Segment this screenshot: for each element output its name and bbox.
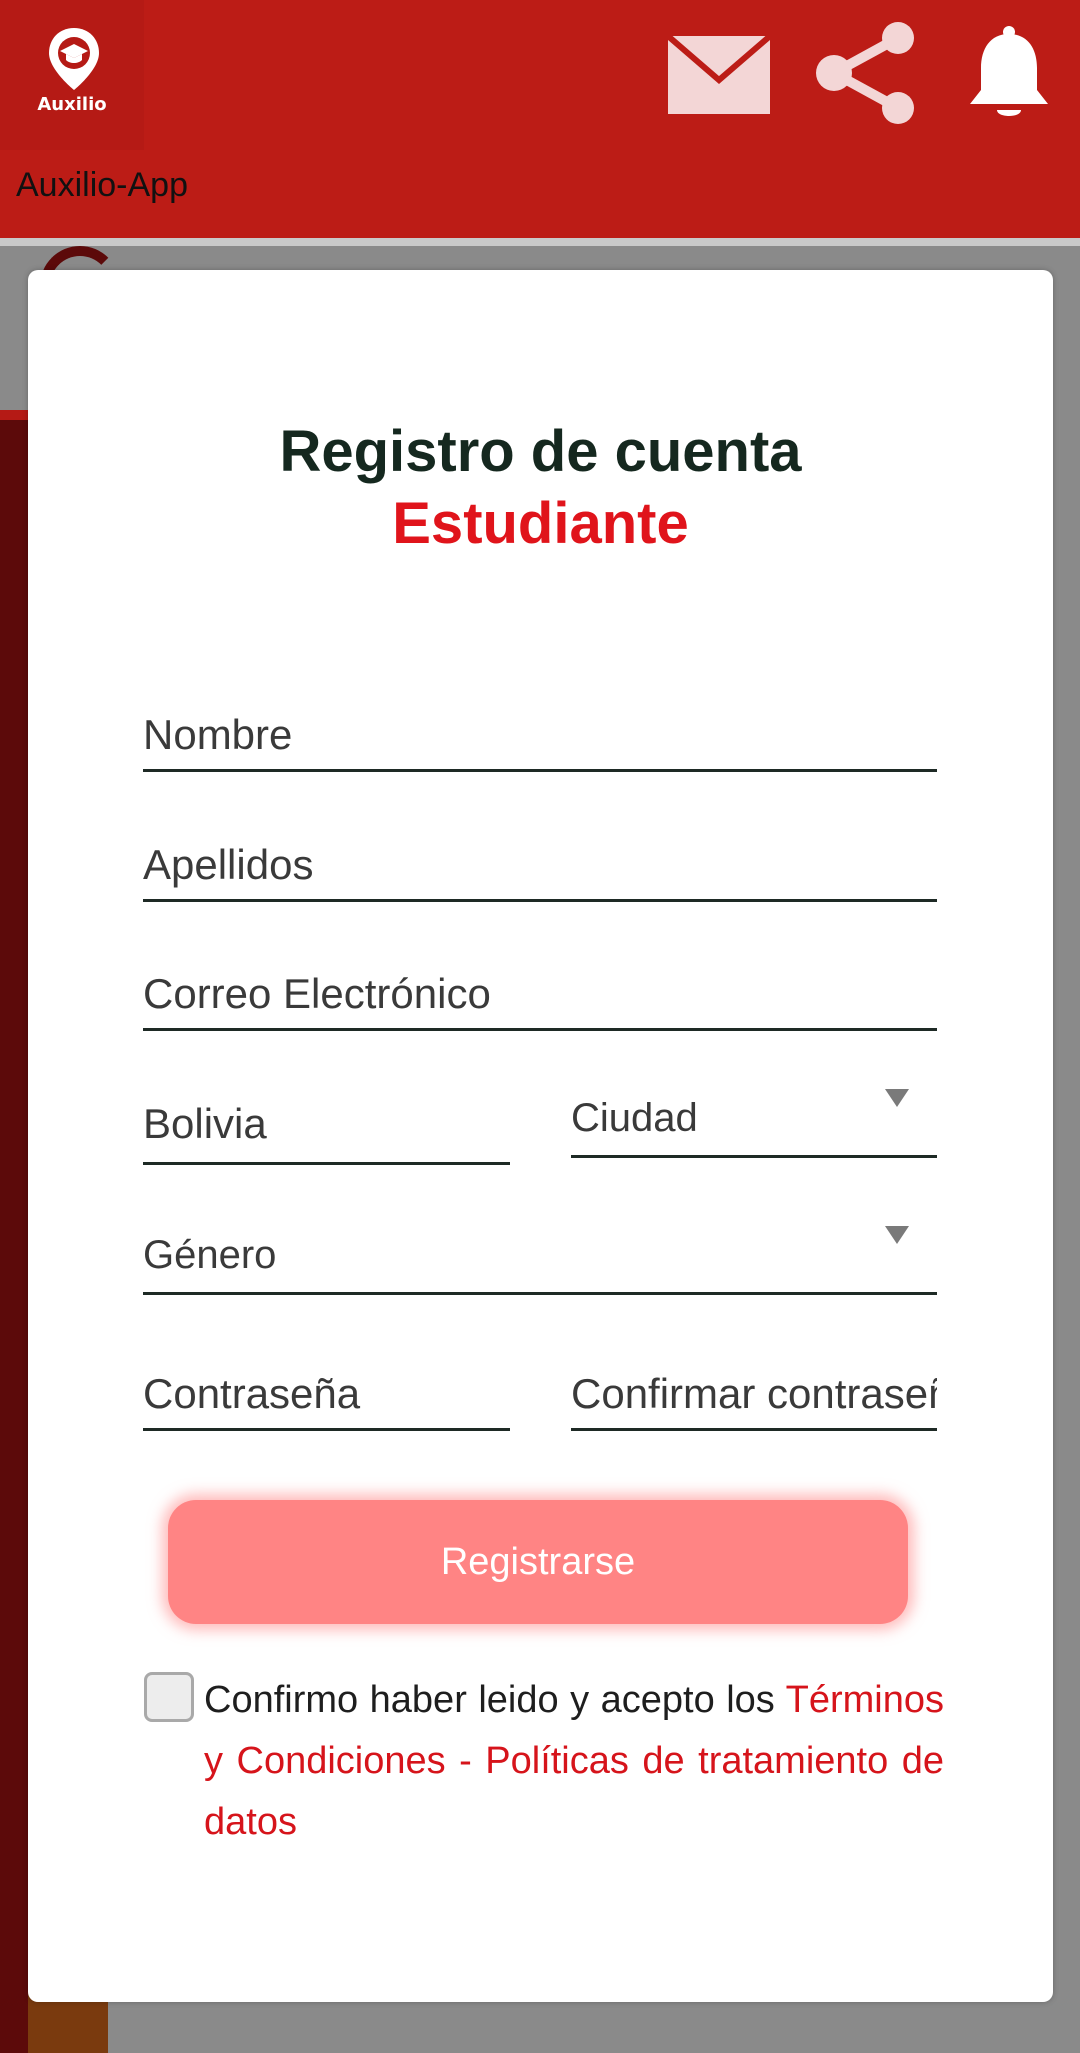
share-icon[interactable] [812, 20, 918, 126]
mail-icon[interactable] [668, 36, 770, 114]
confirmar-contrasena-field[interactable] [571, 1332, 937, 1431]
apellidos-field[interactable] [143, 810, 937, 902]
header-divider [0, 238, 1080, 246]
terms-prefix: Confirmo haber leido y acepto los [204, 1679, 786, 1721]
logo-text: Auxilio [37, 94, 107, 115]
registration-modal: Registro de cuenta Estudiante Bolivia Ci… [28, 270, 1053, 2002]
confirmar-contrasena-input[interactable] [571, 1370, 937, 1418]
modal-title: Registro de cuenta [279, 419, 802, 484]
genero-select[interactable]: Género [143, 1196, 937, 1295]
terms-checkbox[interactable] [144, 1672, 194, 1722]
ciudad-select[interactable]: Ciudad [571, 1060, 937, 1158]
genero-value: Género [143, 1233, 277, 1277]
contrasena-field[interactable] [143, 1332, 510, 1431]
nombre-input[interactable] [143, 711, 937, 759]
pais-value: Bolivia [143, 1100, 267, 1147]
modal-subtitle: Estudiante [392, 491, 689, 556]
app-header: Auxilio Auxilio-App [0, 0, 1080, 240]
background-strip [0, 420, 28, 2053]
caret-down-icon [885, 1226, 909, 1244]
location-pin-icon [49, 28, 99, 90]
caret-down-icon [885, 1089, 909, 1107]
app-logo[interactable]: Auxilio [0, 0, 144, 150]
apellidos-input[interactable] [143, 841, 937, 889]
terms-text: Confirmo haber leido y acepto los Términ… [204, 1670, 944, 1853]
pais-field[interactable]: Bolivia [143, 1068, 510, 1165]
ciudad-value: Ciudad [571, 1096, 698, 1140]
nombre-field[interactable] [143, 680, 937, 772]
contrasena-input[interactable] [143, 1370, 510, 1418]
app-title: Auxilio-App [16, 166, 188, 204]
bell-icon[interactable] [966, 24, 1052, 124]
register-button[interactable]: Registrarse [168, 1500, 908, 1624]
correo-input[interactable] [143, 970, 937, 1018]
correo-field[interactable] [143, 938, 937, 1031]
